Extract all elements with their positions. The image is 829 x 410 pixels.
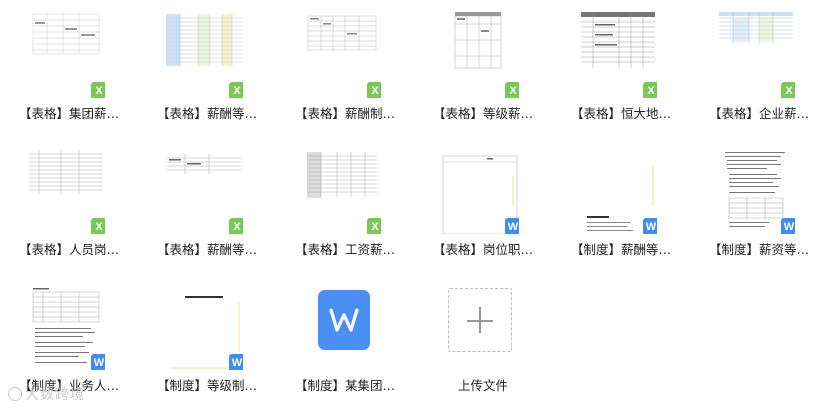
file-label: 【制度】薪酬等… <box>570 242 671 257</box>
file-item[interactable]: W 【表格】岗位职… <box>414 136 552 266</box>
upload-label: 上传文件 <box>457 378 508 393</box>
file-label: 【表格】集团薪… <box>18 106 119 121</box>
file-item[interactable]: W 【制度】等级制… <box>138 272 276 402</box>
excel-badge-icon: X <box>229 218 243 234</box>
watermark-logo-icon <box>8 387 22 401</box>
file-thumbnail: X <box>27 10 105 98</box>
file-label: 【表格】恒大地… <box>570 106 671 121</box>
file-thumbnail: W <box>717 146 795 234</box>
excel-badge-icon: X <box>229 82 243 98</box>
excel-badge-icon: X <box>91 218 105 234</box>
file-item[interactable]: X 【表格】恒大地… <box>552 0 690 130</box>
file-label: 【表格】等级薪… <box>432 106 533 121</box>
word-badge-icon: W <box>505 218 519 234</box>
file-item[interactable]: X 【表格】等级薪… <box>414 0 552 130</box>
file-label: 【表格】岗位职… <box>432 242 533 257</box>
file-item[interactable]: X 【表格】企业薪… <box>690 0 828 130</box>
file-item[interactable]: X 【表格】薪酬等… <box>138 136 276 266</box>
file-label: 【表格】企业薪… <box>708 106 809 121</box>
excel-badge-icon: X <box>91 82 105 98</box>
file-label: 【制度】某集团… <box>294 378 395 393</box>
file-thumbnail: X <box>303 10 381 98</box>
upload-file-button[interactable]: 上传文件 <box>414 272 552 402</box>
file-thumbnail: W <box>441 146 519 234</box>
file-item[interactable]: W 【制度】薪酬等… <box>552 136 690 266</box>
file-thumbnail: X <box>579 10 657 98</box>
file-item[interactable]: W 【制度】业务人… <box>0 272 138 402</box>
file-label: 【表格】薪酬等… <box>156 242 257 257</box>
file-thumbnail: X <box>165 10 243 98</box>
file-label: 【表格】工资薪… <box>294 242 395 257</box>
file-thumbnail: X <box>165 146 243 234</box>
file-thumbnail: X <box>441 10 519 98</box>
file-thumbnail: W <box>165 282 243 370</box>
excel-badge-icon: X <box>505 82 519 98</box>
excel-badge-icon: X <box>643 82 657 98</box>
file-label: 【表格】薪酬制… <box>294 106 395 121</box>
file-thumbnail: X <box>27 146 105 234</box>
file-thumbnail: W <box>27 282 105 370</box>
file-label: 【制度】等级制… <box>156 378 257 393</box>
file-item[interactable]: W 【制度】薪资等… <box>690 136 828 266</box>
file-item[interactable]: 【制度】某集团… <box>276 272 414 402</box>
watermark: 大数跨境 <box>8 384 85 404</box>
word-badge-icon: W <box>229 354 243 370</box>
file-thumbnail: X <box>717 10 795 98</box>
word-doc-icon <box>318 290 370 350</box>
file-thumbnail: W <box>579 146 657 234</box>
word-badge-icon: W <box>91 354 105 370</box>
excel-badge-icon: X <box>367 218 381 234</box>
word-badge-icon: W <box>781 218 795 234</box>
file-thumbnail: X <box>303 146 381 234</box>
file-item[interactable]: X 【表格】薪酬制… <box>276 0 414 130</box>
file-label: 【表格】人员岗… <box>18 242 119 257</box>
file-grid: X 【表格】集团薪… X 【表格】薪酬等… X 【表格】薪酬制… X 【表格】等… <box>0 0 829 410</box>
excel-badge-icon: X <box>367 82 381 98</box>
file-item[interactable]: X 【表格】集团薪… <box>0 0 138 130</box>
excel-badge-icon: X <box>781 82 795 98</box>
file-item[interactable]: X 【表格】薪酬等… <box>138 0 276 130</box>
file-label: 【表格】薪酬等… <box>156 106 257 121</box>
word-badge-icon: W <box>643 218 657 234</box>
file-label: 【制度】薪资等… <box>708 242 809 257</box>
upload-dropzone[interactable] <box>448 288 512 352</box>
file-item[interactable]: X 【表格】工资薪… <box>276 136 414 266</box>
file-item[interactable]: X 【表格】人员岗… <box>0 136 138 266</box>
